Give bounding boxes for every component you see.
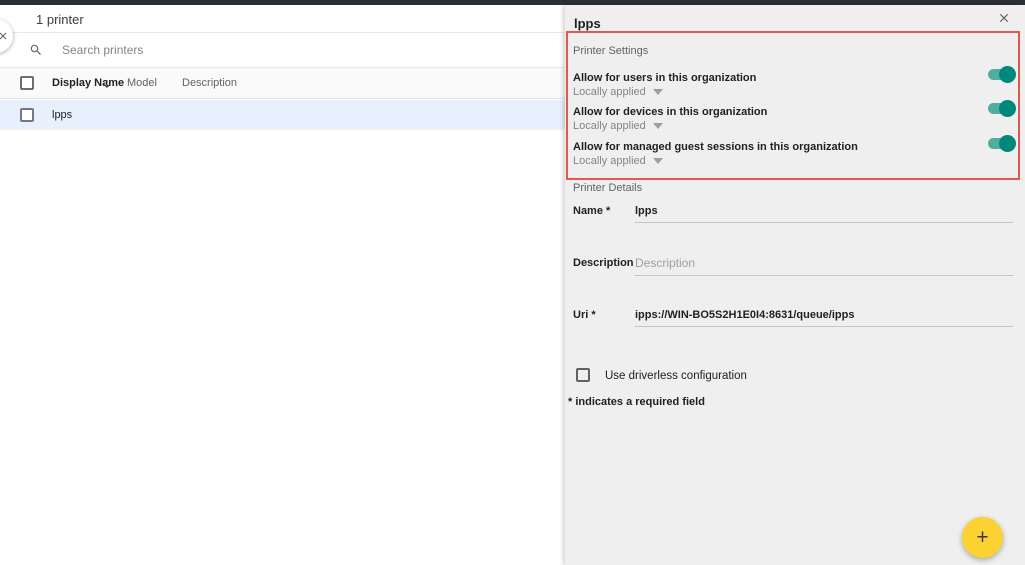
table-header: Display Name Model Description — [0, 68, 565, 99]
inheritance-dropdown-guest-sessions[interactable]: Locally applied — [573, 155, 663, 167]
toggle-label-guest-sessions: Allow for managed guest sessions in this… — [573, 141, 858, 153]
description-field[interactable]: Description — [635, 256, 1013, 276]
toggle-knob — [999, 135, 1016, 152]
close-panel-button[interactable] — [995, 9, 1013, 27]
panel-title: lpps — [574, 16, 601, 31]
driverless-configuration-checkbox[interactable] — [576, 368, 590, 382]
column-header-model[interactable]: Model — [127, 77, 157, 89]
toggle-users[interactable] — [988, 66, 1016, 83]
description-placeholder: Description — [635, 256, 695, 270]
column-header-display-name[interactable]: Display Name — [52, 77, 124, 89]
toggle-guest-sessions[interactable] — [988, 135, 1016, 152]
search-input[interactable] — [62, 37, 502, 63]
toggle-knob — [999, 66, 1016, 83]
name-field-label: Name * — [573, 205, 610, 217]
inheritance-value: Locally applied — [573, 120, 646, 132]
required-field-note: * indicates a required field — [568, 396, 705, 408]
search-icon — [29, 43, 43, 62]
select-all-checkbox[interactable] — [20, 76, 34, 90]
table-row[interactable]: lpps — [0, 100, 565, 130]
uri-field-label: Uri * — [573, 309, 596, 321]
uri-field[interactable]: ipps://WIN-BO5S2H1E0I4:8631/queue/ipps — [635, 309, 1013, 327]
sort-desc-icon[interactable] — [101, 77, 113, 95]
list-header: 1 printer — [0, 5, 565, 33]
printer-detail-panel: lpps Printer Settings Allow for users in… — [565, 5, 1025, 565]
toggle-devices[interactable] — [988, 100, 1016, 117]
toggle-knob — [999, 100, 1016, 117]
printer-count-label: 1 printer — [36, 12, 84, 27]
name-field[interactable]: lpps — [635, 205, 1013, 223]
inheritance-dropdown-users[interactable]: Locally applied — [573, 86, 663, 98]
row-checkbox[interactable] — [20, 108, 34, 122]
toggle-label-users: Allow for users in this organization — [573, 72, 756, 84]
inheritance-value: Locally applied — [573, 155, 646, 167]
toggle-label-devices: Allow for devices in this organization — [573, 106, 767, 118]
inheritance-dropdown-devices[interactable]: Locally applied — [573, 120, 663, 132]
plus-icon: + — [976, 527, 988, 548]
add-printer-button[interactable]: + — [962, 517, 1003, 558]
printer-details-heading: Printer Details — [573, 182, 642, 194]
dropdown-icon — [653, 123, 663, 129]
screen: 1 printer Display Name Model Description… — [0, 0, 1025, 565]
inheritance-value: Locally applied — [573, 86, 646, 98]
row-display-name: lpps — [52, 109, 72, 121]
column-header-description[interactable]: Description — [182, 77, 237, 89]
driverless-configuration-label: Use driverless configuration — [605, 370, 747, 382]
printer-list-panel: 1 printer Display Name Model Description… — [0, 5, 565, 565]
search-bar — [0, 33, 565, 68]
printer-settings-heading: Printer Settings — [573, 45, 648, 57]
dropdown-icon — [653, 89, 663, 95]
description-field-label: Description — [573, 257, 634, 269]
dropdown-icon — [653, 158, 663, 164]
